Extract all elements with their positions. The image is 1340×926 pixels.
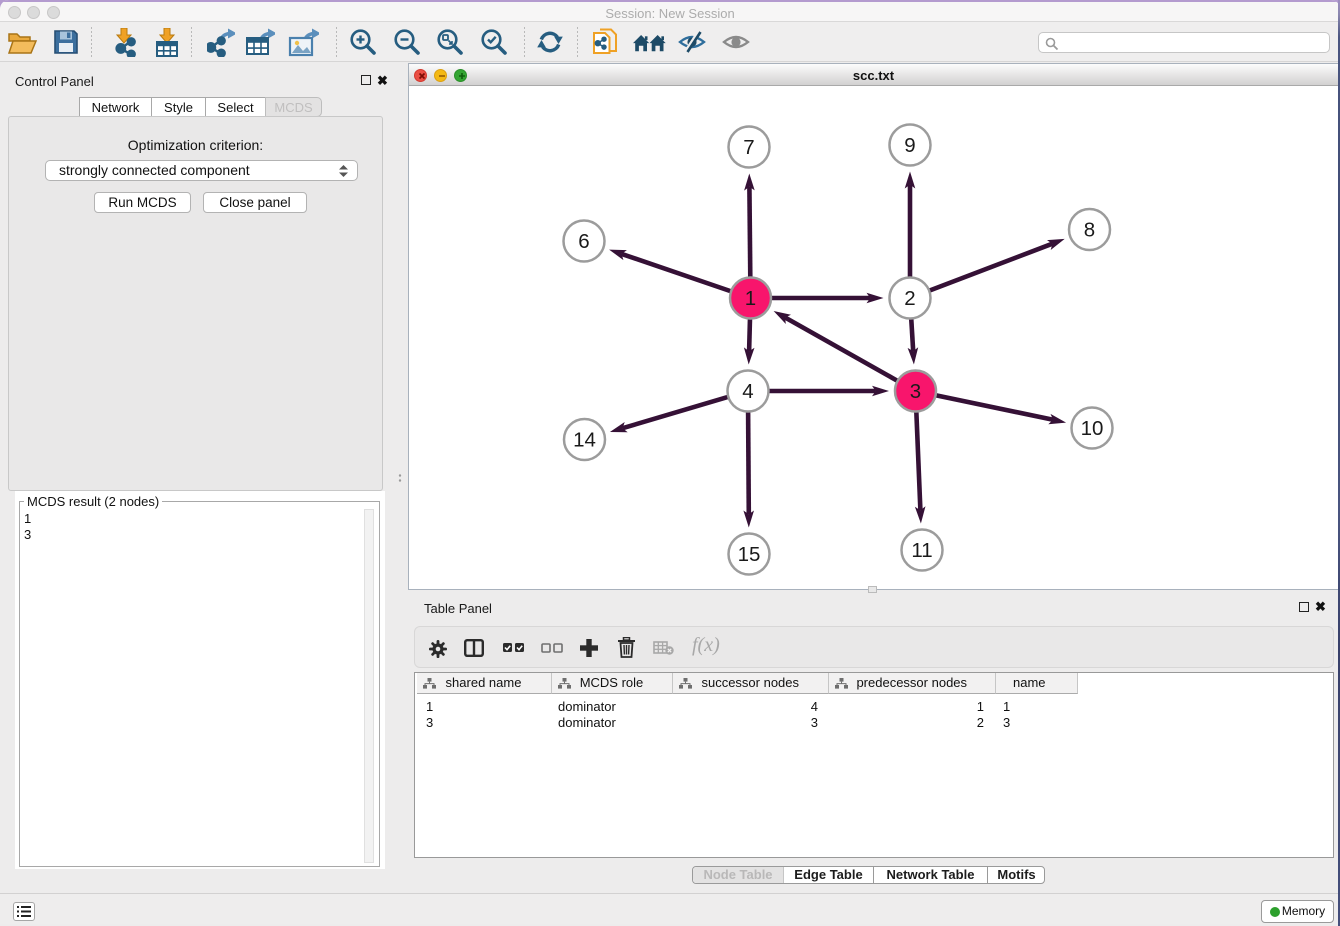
svg-text:14: 14: [573, 429, 596, 452]
svg-text:9: 9: [904, 134, 915, 157]
svg-text:11: 11: [911, 539, 932, 562]
svg-text:3: 3: [910, 380, 921, 403]
svg-text:1: 1: [745, 287, 756, 310]
svg-text:10: 10: [1081, 417, 1104, 440]
svg-text:4: 4: [742, 380, 753, 403]
svg-text:6: 6: [578, 230, 589, 253]
svg-text:8: 8: [1084, 219, 1095, 242]
svg-text:7: 7: [743, 136, 754, 159]
svg-text:15: 15: [738, 543, 761, 566]
svg-text:2: 2: [904, 287, 915, 310]
